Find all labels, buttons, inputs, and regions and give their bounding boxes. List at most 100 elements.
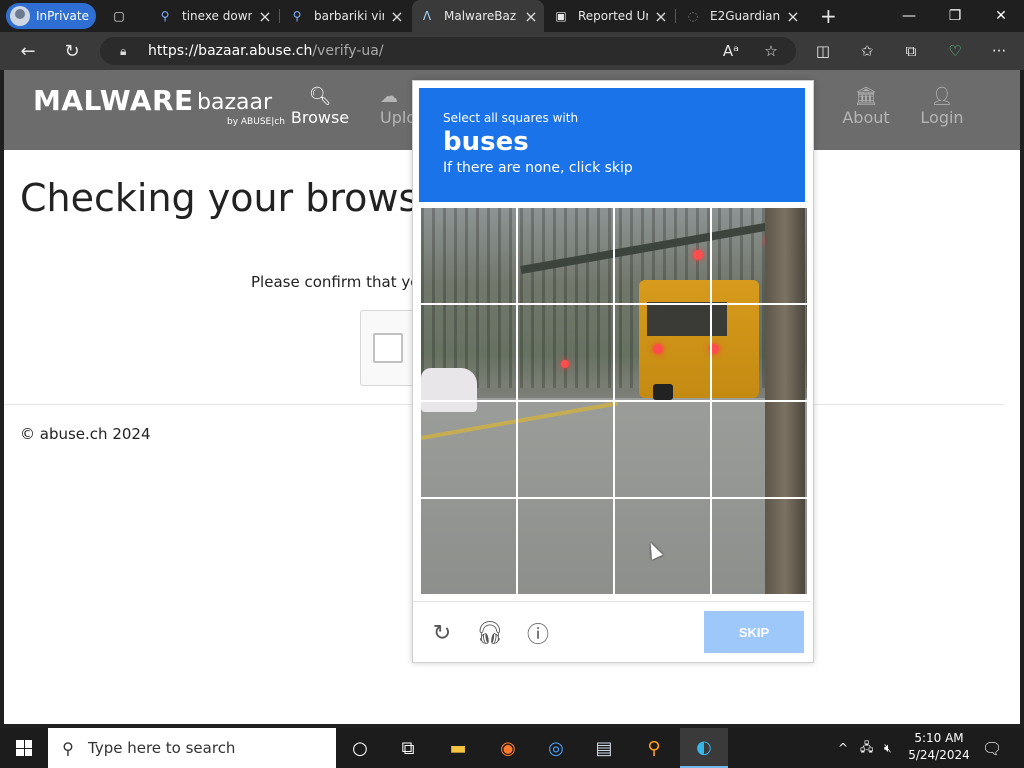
traffic-light (693, 250, 703, 260)
e2guardian-icon: ◌ (687, 9, 699, 23)
reload-challenge-button[interactable]: ↻ (427, 618, 457, 648)
nav-upload[interactable]: ☁ Uplo (362, 86, 412, 127)
search-icon: ⚲ (62, 738, 74, 758)
grid-line (421, 497, 807, 499)
notifications-button[interactable]: 🗨︎ (982, 728, 1002, 768)
info-icon: ⓘ (526, 623, 549, 648)
cortana-icon: ○ (352, 737, 368, 759)
search-placeholder: Type here to search (88, 739, 236, 757)
favorites-icon: ✩ (860, 42, 874, 60)
split-screen-icon: ◫ (815, 42, 831, 60)
tab-1[interactable]: ⚲ tinexe downl × (150, 0, 278, 32)
arrow-left-icon: ← (20, 40, 36, 62)
favorites-button[interactable]: ✩ (850, 37, 884, 65)
search-tool-button[interactable]: ⚲ (630, 728, 678, 768)
bus-window (647, 302, 727, 336)
nav-label: About (842, 108, 890, 127)
info-button[interactable]: ⓘ (523, 618, 553, 648)
edge-button[interactable]: ◐ (680, 728, 728, 768)
magnifier-icon: ⚲ (647, 737, 661, 759)
clock-date: 5/24/2024 (908, 748, 970, 762)
show-hidden-icons-button[interactable]: ^ (838, 728, 848, 768)
inprivate-label: InPrivate (36, 9, 89, 23)
firefox-icon: ◉ (500, 737, 516, 759)
file-explorer-button[interactable]: ▬ (434, 728, 482, 768)
close-icon[interactable]: × (648, 7, 674, 26)
chrome-icon: ◎ (548, 737, 564, 759)
captcha-image-grid[interactable] (421, 208, 807, 594)
nav-label: Login (920, 108, 964, 127)
cloud-upload-icon: ☁ (380, 86, 398, 107)
tab-5[interactable]: ◌ E2Guardian × (678, 0, 806, 32)
more-icon: ··· (991, 42, 1007, 60)
taskbar-search[interactable]: ⚲ Type here to search (48, 728, 336, 768)
logo-by-abuse: by ABUSE|ch (227, 117, 285, 127)
tab-divider (279, 9, 280, 23)
captcha-target: buses (443, 127, 529, 157)
minimize-button[interactable]: — (886, 0, 932, 32)
tab-title: tinexe downl (182, 9, 252, 23)
browser-essentials-button[interactable]: ♡ (938, 37, 972, 65)
settings-menu-button[interactable]: ··· (982, 37, 1016, 65)
task-view-icon: ⧉ (401, 737, 415, 759)
bus-wheel (653, 384, 673, 400)
document-icon: ▣ (555, 9, 567, 23)
tab-4[interactable]: ▣ Reported Ur × (546, 0, 674, 32)
tab-divider (675, 9, 676, 23)
tab-actions-button[interactable]: ▢ (104, 0, 136, 32)
clock[interactable]: 5:10 AM 5/24/2024 (908, 730, 970, 764)
close-icon: ✕ (995, 8, 1007, 24)
star-icon: ☆ (764, 42, 778, 60)
refresh-button[interactable]: ↻ (54, 32, 90, 70)
inprivate-badge[interactable]: InPrivate (6, 3, 96, 29)
windows-icon (16, 740, 32, 756)
network-icon: 🖧︎ (860, 739, 874, 754)
close-icon[interactable]: × (384, 7, 410, 26)
favorite-button[interactable]: ☆ (754, 37, 788, 65)
tab-2[interactable]: ⚲ barbariki vin × (282, 0, 410, 32)
firefox-button[interactable]: ◉ (484, 728, 532, 768)
logo-bazaar[interactable]: bazaar (197, 90, 272, 115)
footer-copyright: © abuse.ch 2024 (20, 425, 151, 443)
close-icon[interactable]: × (518, 7, 544, 26)
volume-button[interactable]: 🔇︎ (884, 728, 892, 768)
nav-about[interactable]: 🏛︎ About (826, 86, 906, 127)
start-button[interactable] (0, 728, 48, 768)
logo-malware[interactable]: MALWARE (33, 84, 194, 117)
task-view-button[interactable]: ⧉ (384, 728, 432, 768)
address-input[interactable]: 🔒︎ https://bazaar.abuse.ch/verify-ua/ (100, 37, 796, 65)
volume-muted-icon: 🔇︎ (884, 740, 892, 755)
back-button[interactable]: ← (10, 32, 46, 70)
network-button[interactable]: 🖧︎ (860, 728, 873, 768)
car (421, 368, 477, 412)
nav-login[interactable]: 👤︎ Login (902, 86, 982, 127)
audio-challenge-button[interactable]: 🎧︎ (475, 618, 505, 648)
captcha-hint: If there are none, click skip (443, 160, 633, 176)
close-icon[interactable]: × (780, 7, 806, 26)
chrome-button[interactable]: ◎ (532, 728, 580, 768)
collections-icon: ⧉ (905, 42, 917, 60)
new-tab-button[interactable]: + (812, 0, 844, 32)
close-icon[interactable]: × (252, 7, 278, 26)
traffic-light (561, 360, 569, 368)
restore-button[interactable]: ❐ (932, 0, 978, 32)
nav-label: Uplo (380, 108, 412, 127)
skip-button[interactable]: SKIP (704, 611, 804, 653)
captcha-checkbox[interactable] (373, 333, 403, 363)
headphones-icon: 🎧︎ (476, 620, 504, 646)
tab-3-active[interactable]: Λ MalwareBaz × (412, 0, 544, 32)
collections-button[interactable]: ⧉ (894, 37, 928, 65)
heartbeat-icon: ♡ (948, 42, 962, 60)
tab-title: Reported Ur (578, 9, 648, 23)
close-window-button[interactable]: ✕ (978, 0, 1024, 32)
tab-title: barbariki vin (314, 9, 384, 23)
building-icon: 🏛︎ (854, 86, 878, 107)
cortana-button[interactable]: ○ (336, 728, 384, 768)
captcha-instruction: Select all squares with (443, 111, 579, 125)
split-screen-button[interactable]: ◫ (806, 37, 840, 65)
nav-browse[interactable]: 🔍︎ Browse (280, 86, 360, 127)
app-button[interactable]: ▤ (580, 728, 628, 768)
chevron-up-icon: ^ (838, 741, 849, 755)
refresh-icon: ↻ (432, 620, 452, 646)
read-aloud-button[interactable]: Aᵃ (714, 37, 748, 65)
